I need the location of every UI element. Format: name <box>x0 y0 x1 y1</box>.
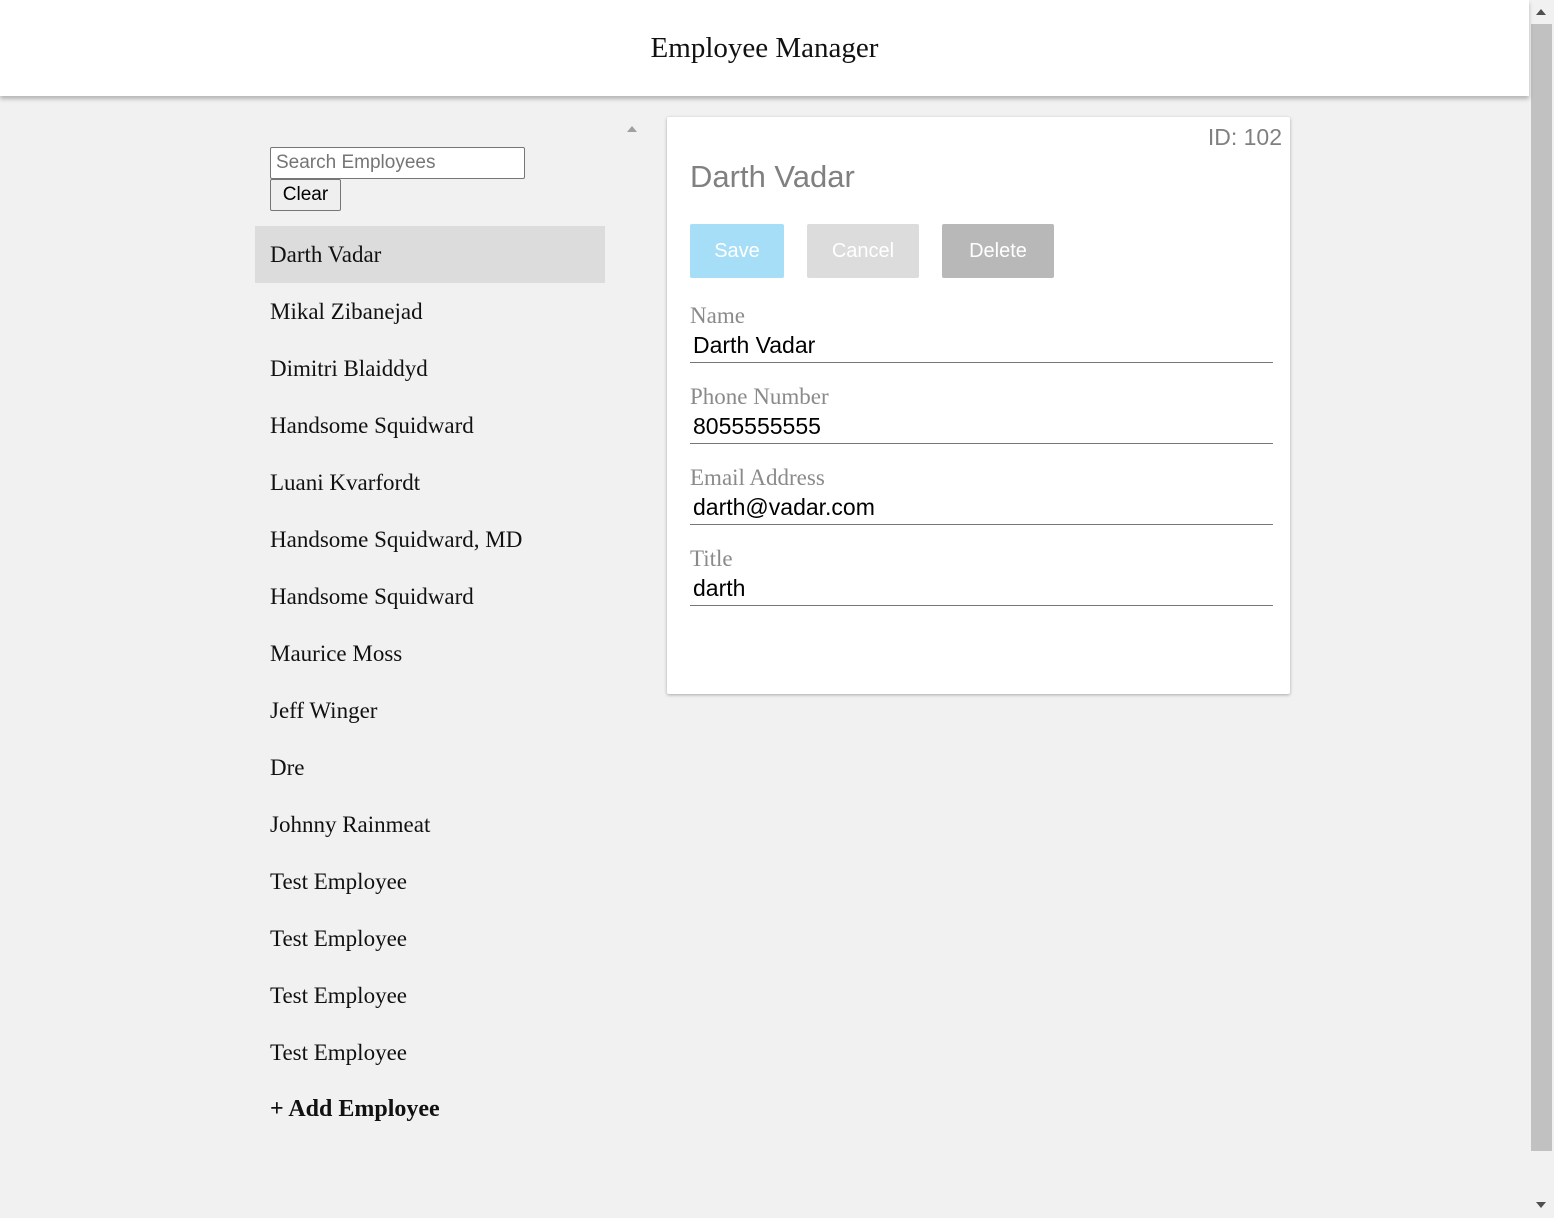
save-button[interactable]: Save <box>690 224 784 278</box>
name-field[interactable] <box>690 328 1273 363</box>
employee-list-item[interactable]: Test Employee <box>255 1024 605 1081</box>
employee-detail-card: ID: 102 Darth Vadar Save Cancel Delete N… <box>667 117 1290 694</box>
employee-list-item[interactable]: Test Employee <box>255 967 605 1024</box>
phone-field-group: Phone Number <box>690 385 1273 445</box>
list-scroll-up-arrow-icon[interactable] <box>627 126 637 132</box>
email-field[interactable] <box>690 490 1273 525</box>
employee-list: Darth Vadar Mikal Zibanejad Dimitri Blaidd… <box>255 226 605 1081</box>
employee-list-item[interactable]: Test Employee <box>255 853 605 910</box>
phone-label: Phone Number <box>690 384 829 409</box>
email-field-group: Email Address <box>690 466 1273 526</box>
title-label: Title <box>690 546 733 571</box>
employee-list-item[interactable]: Handsome Squidward <box>255 568 605 625</box>
app-header: Employee Manager <box>0 0 1529 96</box>
scroll-up-arrow-icon[interactable] <box>1536 9 1546 15</box>
employee-list-item[interactable]: Dre <box>255 739 605 796</box>
email-label: Email Address <box>690 465 825 490</box>
phone-field[interactable] <box>690 409 1273 444</box>
employee-list-item[interactable]: Mikal Zibanejad <box>255 283 605 340</box>
employee-list-item[interactable]: Jeff Winger <box>255 682 605 739</box>
delete-button[interactable]: Delete <box>942 224 1054 278</box>
employee-list-item[interactable]: Darth Vadar <box>255 226 605 283</box>
scroll-down-arrow-icon[interactable] <box>1536 1202 1546 1208</box>
clear-button[interactable]: Clear <box>270 179 341 211</box>
name-label: Name <box>690 303 745 328</box>
search-input[interactable] <box>270 147 525 179</box>
employee-id: ID: 102 <box>1207 124 1282 150</box>
employee-list-item[interactable]: Johnny Rainmeat <box>255 796 605 853</box>
scrollbar-thumb[interactable] <box>1531 24 1552 1151</box>
employee-list-item[interactable]: Dimitri Blaiddyd <box>255 340 605 397</box>
title-field[interactable] <box>690 571 1273 606</box>
title-field-group: Title <box>690 547 1273 607</box>
employee-list-item[interactable]: Test Employee <box>255 910 605 967</box>
employee-name-heading: Darth Vadar <box>690 159 855 194</box>
cancel-button[interactable]: Cancel <box>807 224 919 278</box>
add-employee-button[interactable]: + Add Employee <box>270 1081 440 1138</box>
employee-list-panel: Clear Darth VadarMikal ZibanejadDimitri … <box>240 96 637 1218</box>
page-scrollbar[interactable] <box>1529 0 1554 1218</box>
employee-list-item[interactable]: Luani Kvarfordt <box>255 454 605 511</box>
name-field-group: Name <box>690 304 1273 364</box>
employee-list-item[interactable]: Maurice Moss <box>255 625 605 682</box>
page-title: Employee Manager <box>650 31 879 64</box>
employee-list-item[interactable]: Handsome Squidward, MD <box>255 511 605 568</box>
employee-list-item[interactable]: Handsome Squidward <box>255 397 605 454</box>
